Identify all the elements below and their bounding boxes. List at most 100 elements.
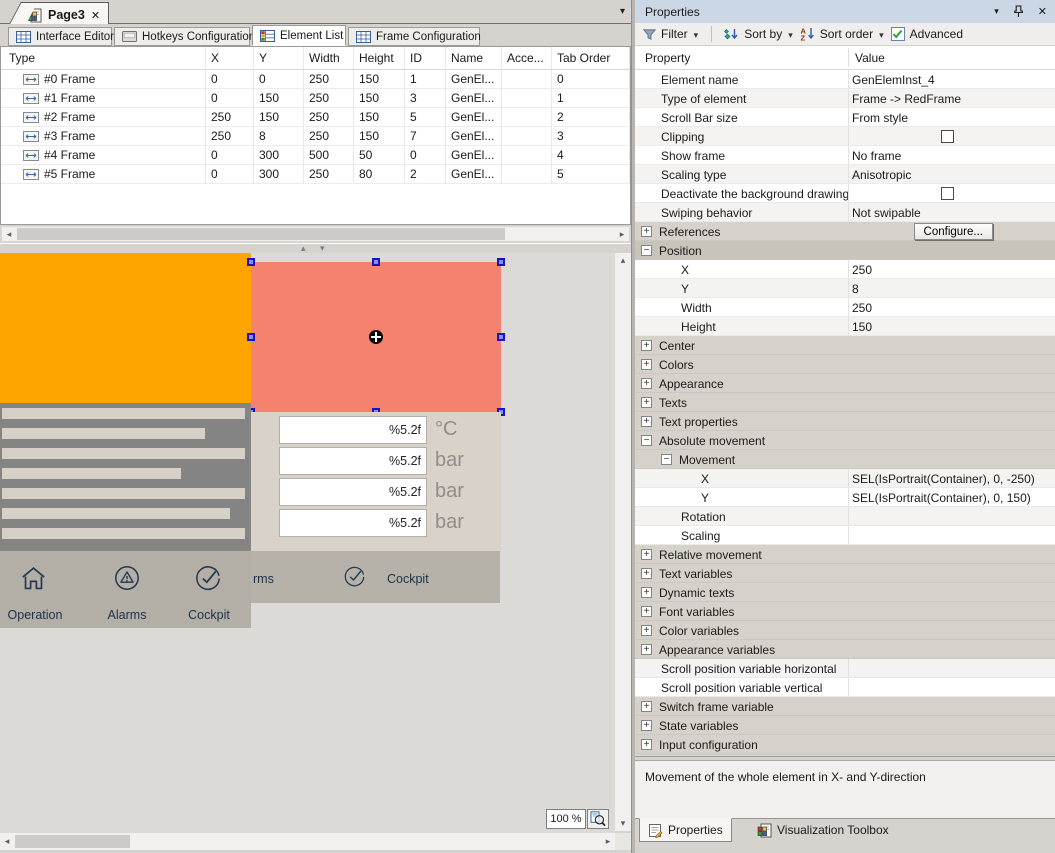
property-value[interactable]: SEL(IsPortrait(Container), 0, -250) (852, 472, 1035, 486)
element-list-table[interactable]: TypeXYWidthHeightIDNameAcce...Tab Order#… (0, 46, 631, 225)
zoom-magnifier-button[interactable] (587, 809, 609, 829)
property-category-row[interactable]: +Texts (635, 393, 1055, 412)
property-row[interactable]: Deactivate the background drawing (635, 184, 1055, 203)
rotation-anchor-icon[interactable] (369, 330, 383, 344)
tab-interface-editor[interactable]: Interface Editor (8, 27, 112, 46)
property-row[interactable]: Clipping (635, 127, 1055, 146)
chevron-down-icon[interactable]: ▾ (879, 30, 884, 41)
visualization-canvas[interactable]: %5.2f°C%5.2fbar%5.2fbar%5.2fbar Operatio… (0, 253, 615, 833)
table-row[interactable]: #5 Frame0300250802GenEl...5 (1, 165, 630, 184)
table-row[interactable]: #4 Frame0300500500GenEl...4 (1, 146, 630, 165)
zoom-level-box[interactable]: 100 % (546, 809, 586, 829)
expand-plus-icon[interactable]: + (641, 549, 652, 560)
property-value[interactable]: Anisotropic (852, 168, 911, 182)
property-category-row[interactable]: −Movement (635, 450, 1055, 469)
table-row[interactable]: #2 Frame2501502501505GenEl...2 (1, 108, 630, 127)
property-value[interactable]: From style (852, 111, 908, 125)
expand-plus-icon[interactable]: + (641, 739, 652, 750)
property-row[interactable]: XSEL(IsPortrait(Container), 0, -250) (635, 469, 1055, 488)
scroll-up-icon[interactable]: ▴ (615, 253, 631, 268)
property-category-row[interactable]: +State variables (635, 716, 1055, 735)
value-input-field[interactable]: %5.2f (279, 509, 427, 537)
collapse-minus-icon[interactable]: − (641, 435, 652, 446)
property-category-row[interactable]: +Input configuration (635, 735, 1055, 754)
property-category-row[interactable]: +Appearance (635, 374, 1055, 393)
property-row[interactable]: Element nameGenElemInst_4 (635, 70, 1055, 89)
value-input-field[interactable]: %5.2f (279, 447, 427, 475)
scroll-right-icon[interactable]: ▸ (601, 833, 615, 850)
expand-plus-icon[interactable]: + (641, 625, 652, 636)
property-row[interactable]: Show frameNo frame (635, 146, 1055, 165)
property-value[interactable]: 8 (852, 282, 859, 296)
property-value[interactable]: SEL(IsPortrait(Container), 0, 150) (852, 491, 1031, 505)
expand-plus-icon[interactable]: + (641, 587, 652, 598)
property-category-row[interactable]: +Color variables (635, 621, 1055, 640)
expand-plus-icon[interactable]: + (641, 701, 652, 712)
property-value[interactable]: 250 (852, 263, 872, 277)
column-header[interactable]: ID (405, 47, 446, 70)
property-value[interactable]: Frame -> RedFrame (852, 92, 961, 106)
expand-plus-icon[interactable]: + (641, 397, 652, 408)
tab-hotkeys-configuration[interactable]: Hotkeys Configuration (114, 27, 250, 46)
pane-splitter[interactable]: ▴ ▾ (0, 243, 631, 253)
column-header[interactable]: X (206, 47, 254, 70)
expand-plus-icon[interactable]: + (641, 720, 652, 731)
property-category-row[interactable]: +Text variables (635, 564, 1055, 583)
tab-element-list[interactable]: Element List (252, 25, 346, 46)
tab-visualization-toolbox[interactable]: Visualization Toolbox (749, 818, 897, 842)
column-header[interactable]: Tab Order (552, 47, 630, 70)
property-row[interactable]: X250 (635, 260, 1055, 279)
collapse-minus-icon[interactable]: − (641, 245, 652, 256)
chevron-down-icon[interactable]: ▾ (694, 30, 699, 41)
property-row[interactable]: Height150 (635, 317, 1055, 336)
property-category-row[interactable]: +Center (635, 336, 1055, 355)
column-header[interactable]: Type (1, 47, 206, 70)
selected-red-frame-element[interactable] (251, 262, 501, 412)
property-category-row[interactable]: −Absolute movement (635, 431, 1055, 450)
column-header[interactable]: Y (254, 47, 304, 70)
table-row[interactable]: #1 Frame01502501503GenEl...1 (1, 89, 630, 108)
property-row[interactable]: Scaling (635, 526, 1055, 545)
property-row[interactable]: Type of elementFrame -> RedFrame (635, 89, 1055, 108)
canvas-vertical-scrollbar[interactable]: ▴ ▾ (615, 253, 631, 831)
property-value[interactable]: GenElemInst_4 (852, 73, 935, 87)
column-divider[interactable] (848, 48, 849, 67)
column-header[interactable]: Width (304, 47, 354, 70)
property-category-row[interactable]: +Appearance variables (635, 640, 1055, 659)
column-header[interactable]: Name (446, 47, 502, 70)
panel-menu-icon[interactable]: ▾ (994, 6, 999, 17)
table-horizontal-scrollbar[interactable]: ◂ ▸ (1, 226, 630, 242)
property-row[interactable]: Scroll position variable vertical (635, 678, 1055, 697)
expand-plus-icon[interactable]: + (641, 340, 652, 351)
selection-handle[interactable] (372, 258, 380, 266)
scrollbar-thumb[interactable] (17, 228, 505, 240)
property-value[interactable]: Not swipable (852, 206, 921, 220)
scrollbar-thumb[interactable] (15, 835, 130, 848)
property-value[interactable]: 150 (852, 320, 872, 334)
property-value[interactable]: No frame (852, 149, 901, 163)
selection-handle[interactable] (497, 258, 505, 266)
scroll-left-icon[interactable]: ◂ (0, 833, 14, 850)
selection-handle[interactable] (247, 258, 255, 266)
property-category-row[interactable]: +ReferencesConfigure... (635, 222, 1055, 241)
value-input-field[interactable]: %5.2f (279, 478, 427, 506)
configure-button[interactable]: Configure... (914, 223, 993, 240)
sort-order-button[interactable]: Sort order (820, 27, 873, 41)
sort-by-button[interactable]: Sort by (744, 27, 782, 41)
tab-frame-configuration[interactable]: Frame Configuration (348, 27, 480, 46)
expand-plus-icon[interactable]: + (641, 568, 652, 579)
scroll-down-icon[interactable]: ▾ (615, 816, 631, 831)
expand-plus-icon[interactable]: + (641, 378, 652, 389)
property-category-row[interactable]: −Position (635, 241, 1055, 260)
property-category-row[interactable]: +Dynamic texts (635, 583, 1055, 602)
property-category-row[interactable]: +Switch frame variable (635, 697, 1055, 716)
close-icon[interactable]: ✕ (91, 9, 100, 22)
table-row[interactable]: #0 Frame002501501GenEl...0 (1, 70, 630, 89)
canvas-horizontal-scrollbar[interactable]: ◂ ▸ (0, 833, 615, 850)
property-row[interactable]: Swiping behaviorNot swipable (635, 203, 1055, 222)
advanced-checkbox[interactable] (891, 27, 905, 41)
expand-plus-icon[interactable]: + (641, 606, 652, 617)
property-row[interactable]: Rotation (635, 507, 1055, 526)
property-category-row[interactable]: +Colors (635, 355, 1055, 374)
value-input-field[interactable]: %5.2f (279, 416, 427, 444)
